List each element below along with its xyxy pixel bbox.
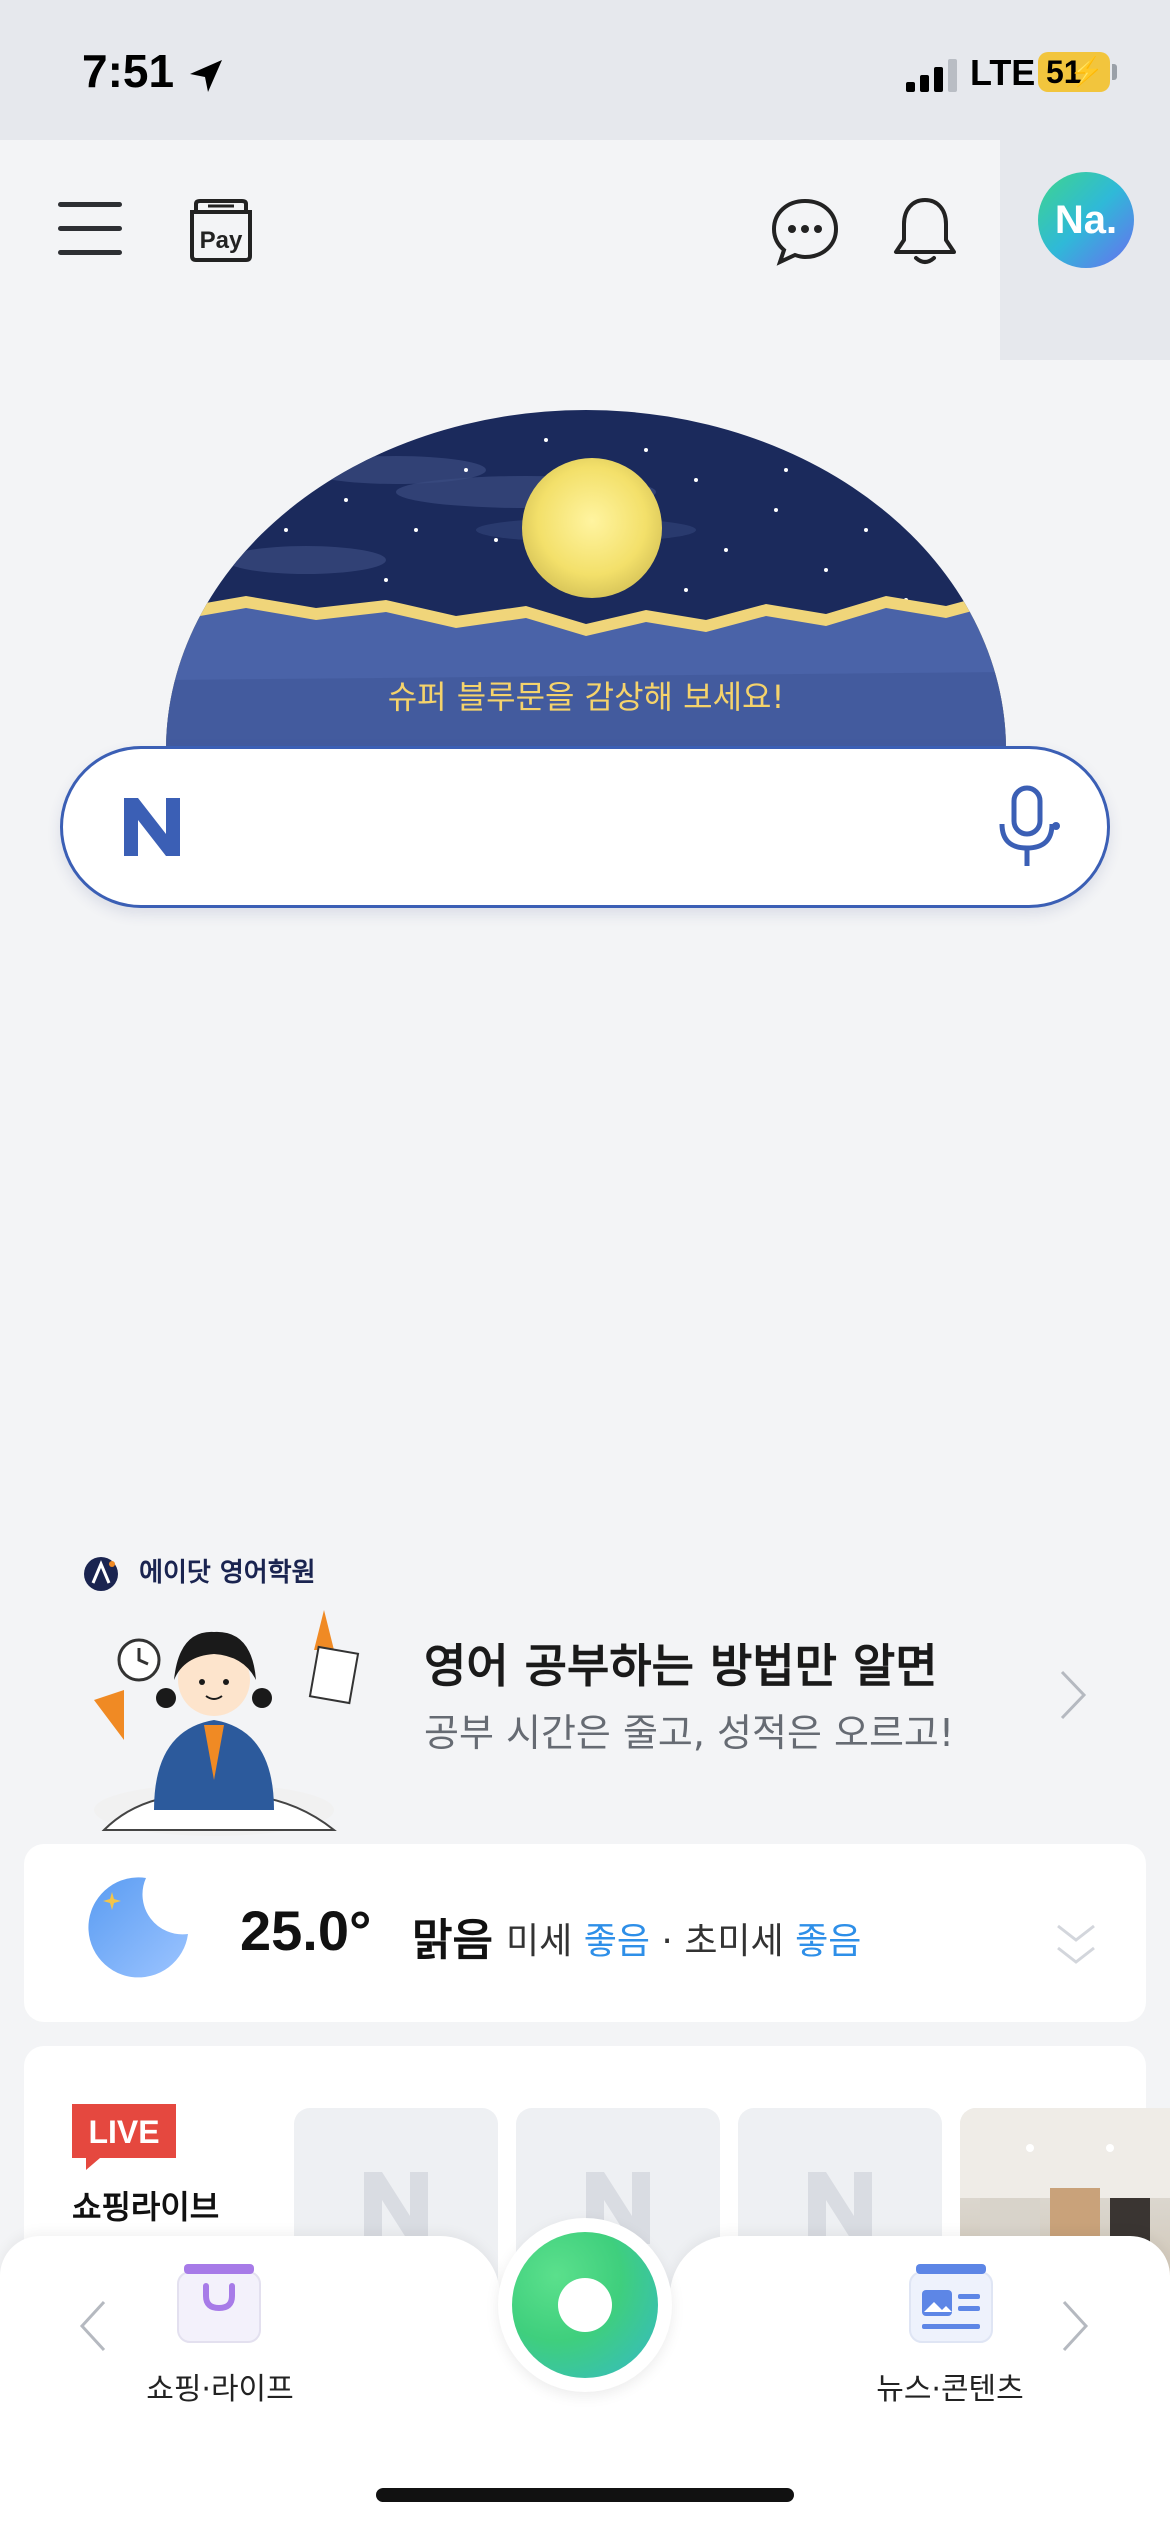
doodle-caption[interactable]: 슈퍼 블루문을 감상해 보세요! — [166, 672, 1006, 718]
weather-condition: 맑음 — [412, 1915, 493, 1966]
chevron-down-double-icon[interactable] — [1054, 1918, 1098, 1972]
bell-icon[interactable] — [890, 194, 960, 268]
shopping-live-title: 쇼핑라이브 — [72, 2188, 220, 2226]
microphone-icon[interactable] — [992, 782, 1062, 872]
moon-clear-night-icon — [88, 1877, 188, 1978]
profile-avatar[interactable]: Na. — [1038, 172, 1134, 268]
shopping-bag-icon[interactable] — [174, 2262, 264, 2346]
menu-icon[interactable] — [58, 202, 122, 256]
search-input[interactable] — [210, 786, 950, 866]
green-dot-center — [558, 2278, 612, 2332]
battery-cap — [1112, 64, 1117, 80]
naver-n-logo-icon — [124, 798, 180, 856]
home-indicator[interactable] — [376, 2488, 794, 2502]
air-quality: 미세 좋음 · 초미세 좋음 — [506, 1912, 861, 1964]
charging-bolt-icon: ⚡ — [1069, 56, 1104, 87]
pay-icon[interactable]: Pay — [186, 198, 256, 262]
ad-title: 영어 공부하는 방법만 알면 — [424, 1639, 938, 1693]
ultrafine-dust-label: 초미세 — [684, 1921, 784, 1962]
green-dot-button[interactable] — [512, 2232, 658, 2378]
location-arrow-icon — [190, 60, 222, 92]
live-badge-text: LIVE — [88, 2114, 159, 2150]
chevron-right-icon[interactable] — [1060, 2298, 1092, 2354]
status-time: 7:51 — [82, 45, 175, 97]
ad-brand-logo-icon — [84, 1556, 118, 1591]
ad-brand: 에이닷 영어학원 — [82, 1552, 316, 1592]
news-icon[interactable] — [906, 2262, 996, 2346]
bottom-nav-news-label[interactable]: 뉴스·콘텐츠 — [830, 2364, 1070, 2408]
chat-icon[interactable] — [770, 196, 840, 266]
chevron-right-icon[interactable] — [1056, 1668, 1088, 1722]
signal-icon — [906, 59, 957, 92]
battery-icon: 51 ⚡ — [1038, 52, 1110, 92]
fine-dust-label: 미세 — [506, 1921, 573, 1962]
fine-dust-value: 좋음 — [583, 1921, 650, 1962]
live-badge: LIVE — [72, 2104, 176, 2170]
ad-brand-name: 에이닷 영어학원 — [139, 1558, 316, 1588]
ultrafine-dust-value: 좋음 — [795, 1921, 862, 1962]
weather-temperature: 25.0° — [240, 1899, 372, 1962]
pay-label: Pay — [200, 227, 243, 254]
header-background — [0, 140, 1000, 360]
ad-subtitle: 공부 시간은 줄고, 성적은 오르고! — [424, 1711, 955, 1755]
student-studying-illustration — [94, 1610, 360, 1836]
network-type: LTE — [970, 52, 1036, 93]
bottom-nav-shopping-label[interactable]: 쇼핑·라이프 — [100, 2364, 340, 2408]
chevron-left-icon[interactable] — [76, 2298, 108, 2354]
dust-separator: · — [661, 1921, 673, 1962]
